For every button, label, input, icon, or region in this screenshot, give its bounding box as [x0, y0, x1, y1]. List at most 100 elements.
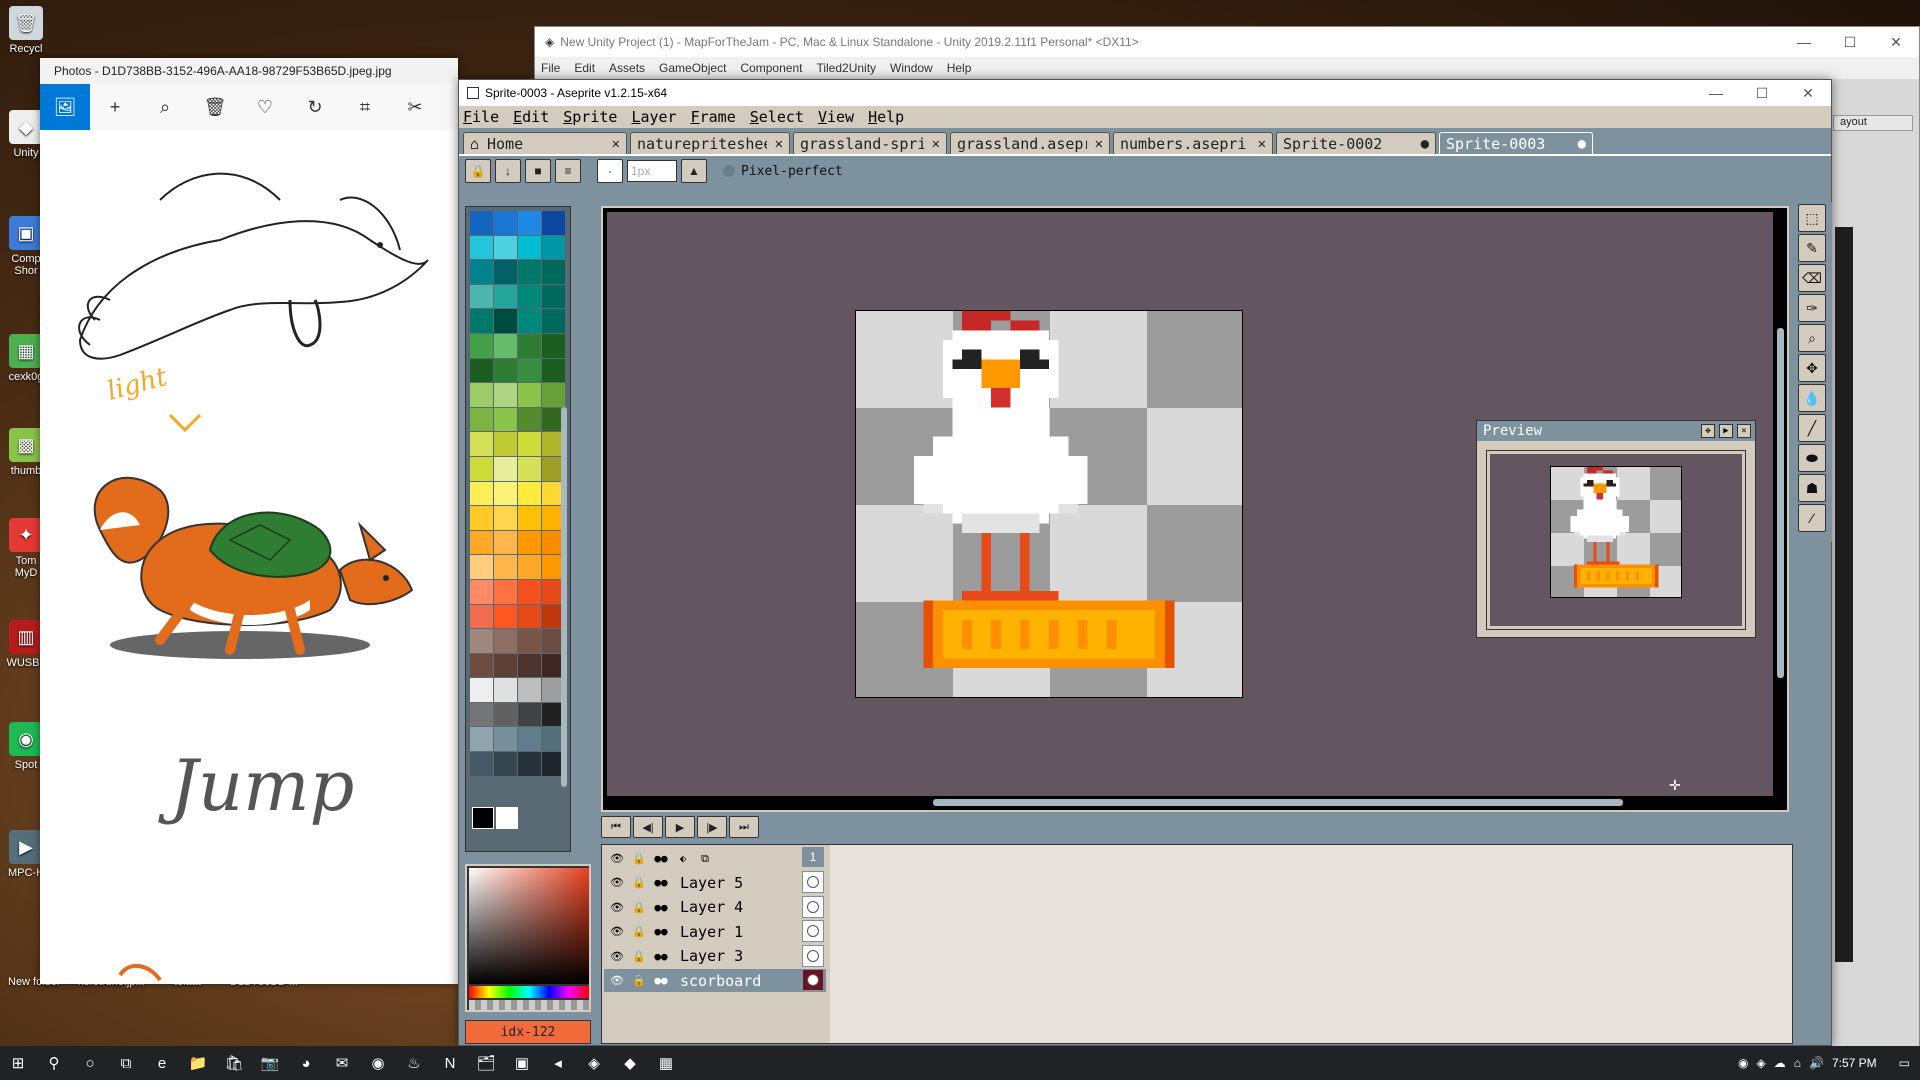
palette-swatch[interactable] [518, 309, 541, 333]
lock-icon[interactable]: 🔒 [630, 974, 648, 987]
blur-tool-icon[interactable]: ⁄ [1798, 504, 1826, 532]
contour-tool-icon[interactable]: ☗ [1798, 474, 1826, 502]
palette-swatch[interactable] [542, 235, 565, 260]
palette-swatch[interactable] [542, 309, 565, 333]
aseprite-taskbar-icon[interactable]: ▣ [504, 1046, 540, 1080]
tab-grassland-sprit[interactable]: grassland-sprit ✕ [793, 132, 947, 154]
palette-swatch[interactable] [518, 506, 541, 530]
rider-icon[interactable]: ◆ [612, 1046, 648, 1080]
gallery-icon[interactable]: ▦ [648, 1046, 684, 1080]
first-frame-button[interactable]: ⏮ [601, 816, 631, 838]
palette-swatch[interactable] [494, 629, 517, 653]
lock-icon[interactable]: 🔒 [630, 925, 648, 938]
eye-icon[interactable]: 👁 [608, 925, 626, 938]
unity-menu-component[interactable]: Component [740, 61, 802, 75]
network-tray-icon[interactable]: ⌂ [1794, 1056, 1801, 1070]
task-view-icon[interactable]: ⧉ [108, 1046, 144, 1080]
palette-swatch[interactable] [470, 555, 493, 579]
preview-center-icon[interactable]: ✥ [1701, 424, 1715, 438]
palette-swatch[interactable] [518, 653, 541, 678]
ink-button[interactable]: ▲ [681, 159, 707, 183]
layer-row[interactable]: 👁 🔒 ●● Layer 5 [604, 871, 826, 894]
unity-menu-assets[interactable]: Assets [609, 61, 645, 75]
palette-swatch[interactable] [494, 309, 517, 333]
spotify-tray-icon[interactable]: ◉ [1738, 1056, 1748, 1070]
clock[interactable]: 7:57 PM [1832, 1056, 1877, 1070]
close-button[interactable]: ✕ [1785, 80, 1831, 106]
menu-view[interactable]: View [818, 108, 854, 126]
layer-row[interactable]: 👁 🔒 ●● Layer 1 [604, 920, 826, 943]
palette-swatch[interactable] [518, 530, 541, 555]
palette-swatch[interactable] [470, 604, 493, 629]
palette-swatch[interactable] [542, 260, 565, 284]
menu-button[interactable]: ≡ [555, 159, 581, 183]
pixel-perfect-checkbox[interactable] [723, 165, 735, 177]
preview-play-icon[interactable]: ▶ [1719, 424, 1733, 438]
palette-swatch[interactable] [494, 481, 517, 506]
download-button[interactable]: ↓ [495, 159, 521, 183]
folder-icon[interactable]: 🗂 [468, 1046, 504, 1080]
lock-icon[interactable]: 🔒 [630, 950, 648, 963]
menu-frame[interactable]: Frame [691, 108, 736, 126]
eye-icon[interactable]: 👁 [608, 876, 626, 889]
delete-icon[interactable]: 🗑 [190, 84, 240, 130]
background-color[interactable] [496, 807, 518, 829]
ellipse-tool-icon[interactable]: ⬬ [1798, 444, 1826, 472]
lock-icon[interactable]: 🔒 [630, 901, 648, 914]
palette-swatch[interactable] [470, 653, 493, 678]
continuous-header-icon[interactable]: ●● [652, 852, 670, 865]
palette-swatch[interactable] [518, 752, 541, 776]
unity-menu-window[interactable]: Window [890, 61, 933, 75]
unity-menu-tiled2unity[interactable]: Tiled2Unity [816, 61, 876, 75]
layer-cel[interactable] [802, 895, 824, 918]
mail-icon[interactable]: ✉ [324, 1046, 360, 1080]
eraser-tool-icon[interactable]: ⌫ [1798, 264, 1826, 292]
unity-menu-edit[interactable]: Edit [574, 61, 595, 75]
netflix-icon[interactable]: N [432, 1046, 468, 1080]
palette-swatch[interactable] [518, 579, 541, 604]
hue-slider[interactable] [469, 986, 589, 998]
palette-swatch[interactable] [518, 555, 541, 579]
palette-swatch[interactable] [470, 702, 493, 727]
palette-swatch[interactable] [470, 260, 493, 284]
unity-menu-gameobject[interactable]: GameObject [659, 61, 726, 75]
zoom-icon[interactable]: ⌕ [140, 84, 190, 130]
heart-icon[interactable]: ♡ [240, 84, 290, 130]
palette-swatch[interactable] [542, 383, 565, 407]
lock-header-icon[interactable]: 🔒 [630, 852, 648, 865]
palette-swatch[interactable] [518, 333, 541, 358]
store-icon[interactable]: 🛍 [216, 1046, 252, 1080]
palette-swatch[interactable] [518, 235, 541, 260]
menu-edit[interactable]: Edit [513, 108, 549, 126]
palette-swatch[interactable] [494, 579, 517, 604]
prev-frame-button[interactable]: ◀| [633, 816, 663, 838]
palette-swatch[interactable] [494, 702, 517, 727]
palette-swatch[interactable] [494, 284, 517, 309]
last-frame-button[interactable]: ⏭ [729, 816, 759, 838]
palette-swatch[interactable] [494, 506, 517, 530]
palette-swatch[interactable] [542, 211, 565, 235]
maximize-button[interactable]: ☐ [1739, 80, 1785, 106]
preview-close-icon[interactable]: ✕ [1737, 424, 1751, 438]
close-button[interactable]: ✕ [1873, 27, 1919, 57]
palette-swatch[interactable] [494, 235, 517, 260]
lock-alpha-button[interactable]: 🔒 [465, 159, 491, 183]
palette-swatch[interactable] [470, 481, 493, 506]
search-icon[interactable]: ⚲ [36, 1046, 72, 1080]
palette-swatch[interactable] [518, 702, 541, 727]
unity-menu-help[interactable]: Help [947, 61, 972, 75]
continuous-icon[interactable]: ●● [652, 925, 670, 938]
vertical-scrollbar[interactable] [1777, 328, 1784, 678]
unity-tray-icon[interactable]: ◈ [1757, 1056, 1766, 1070]
palette-swatch[interactable] [494, 727, 517, 752]
saturation-value-box[interactable] [469, 868, 589, 984]
palette-swatch[interactable] [470, 358, 493, 383]
eye-icon[interactable]: 👁 [608, 974, 626, 987]
eyedropper-tool-icon[interactable]: ✑ [1798, 294, 1826, 322]
move-tool-icon[interactable]: ✥ [1798, 354, 1826, 382]
maximize-button[interactable]: ☐ [1827, 27, 1873, 57]
photos-app-icon[interactable]: 📷 [252, 1046, 288, 1080]
palette-swatch[interactable] [470, 407, 493, 432]
palette-swatch[interactable] [518, 284, 541, 309]
crop-icon[interactable]: ⌗ [340, 84, 390, 130]
